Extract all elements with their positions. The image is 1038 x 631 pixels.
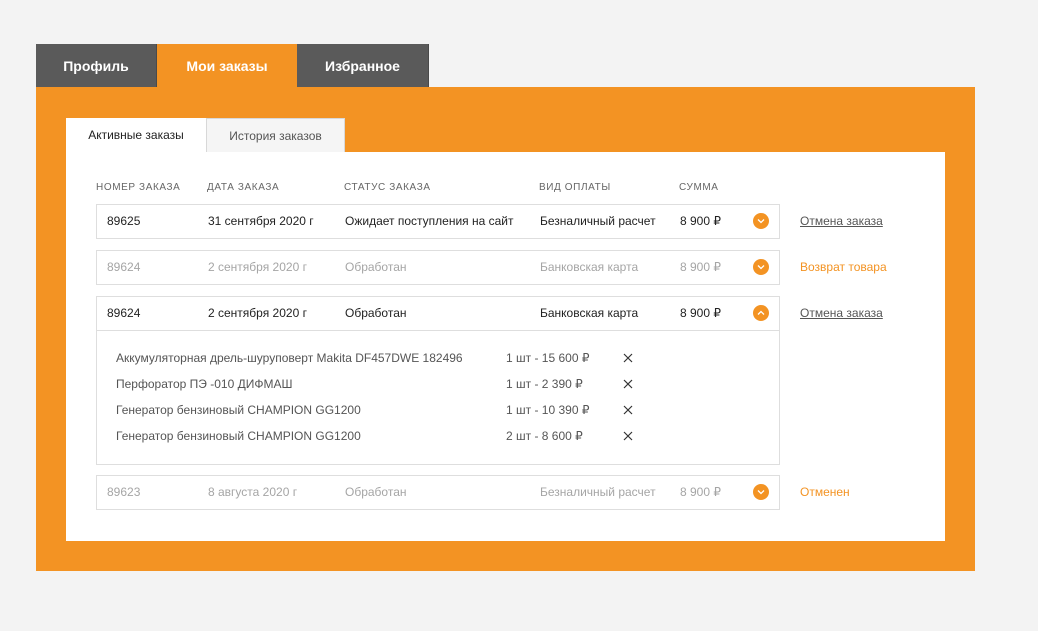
order-date: 31 сентября 2020 г [208,214,314,228]
order-number: 89623 [107,485,141,499]
close-icon[interactable] [622,378,634,390]
order-sum: 8 900 ₽ [680,306,721,320]
order-item: Генератор бензиновый CHAMPION GG1200 2 ш… [97,426,779,446]
close-icon[interactable] [622,404,634,416]
order-number: 89625 [107,214,141,228]
orders-subtabs: Активные заказы История заказов [66,118,345,152]
column-header-status: СТАТУС ЗАКАЗА [344,182,431,193]
item-name: Генератор бензиновый CHAMPION GG1200 [116,429,361,443]
order-payment: Банковская карта [540,260,639,274]
chevron-down-icon[interactable] [753,213,769,229]
close-icon[interactable] [622,352,634,364]
close-icon[interactable] [622,430,634,442]
column-header-number: НОМЕР ЗАКАЗА [96,182,181,193]
chevron-up-icon[interactable] [753,305,769,321]
item-name: Перфоратор ПЭ -010 ДИФМАШ [116,377,293,391]
order-sum: 8 900 ₽ [680,485,721,499]
order-item: Аккумуляторная дрель-шуруповерт Makita D… [97,348,779,368]
order-date: 2 сентября 2020 г [208,306,307,320]
order-number: 89624 [107,260,141,274]
order-date: 2 сентября 2020 г [208,260,307,274]
cancel-order-link[interactable]: Отмена заказа [800,306,883,320]
order-row[interactable]: 89624 2 сентября 2020 г Обработан Банков… [96,250,780,285]
column-header-sum: СУММА [679,182,719,193]
tab-profile[interactable]: Профиль [36,44,157,87]
item-quantity-price: 1 шт - 10 390 ₽ [506,403,590,417]
order-sum: 8 900 ₽ [680,260,721,274]
order-item: Генератор бензиновый CHAMPION GG1200 1 ш… [97,400,779,420]
order-sum: 8 900 ₽ [680,214,721,228]
order-payment: Банковская карта [540,306,639,320]
order-row[interactable]: 89625 31 сентября 2020 г Ожидает поступл… [96,204,780,239]
main-tabs: Профиль Мои заказы Избранное [36,44,429,87]
column-header-date: ДАТА ЗАКАЗА [207,182,280,193]
item-name: Генератор бензиновый CHAMPION GG1200 [116,403,361,417]
order-number: 89624 [107,306,141,320]
item-quantity-price: 2 шт - 8 600 ₽ [506,429,583,443]
order-items: Аккумуляторная дрель-шуруповерт Makita D… [96,331,780,465]
subtab-active-orders[interactable]: Активные заказы [66,118,206,152]
order-status: Обработан [345,260,407,274]
order-date: 8 августа 2020 г [208,485,298,499]
orders-panel: Активные заказы История заказов НОМЕР ЗА… [36,87,975,571]
chevron-down-icon[interactable] [753,484,769,500]
order-payment: Безналичный расчет [540,214,656,228]
order-row[interactable]: 89623 8 августа 2020 г Обработан Безнали… [96,475,780,510]
orders-table: НОМЕР ЗАКАЗА ДАТА ЗАКАЗА СТАТУС ЗАКАЗА В… [66,152,945,541]
order-cancelled-status: Отменен [800,485,850,499]
order-status: Ожидает поступления на сайт [345,214,514,228]
order-payment: Безналичный расчет [540,485,656,499]
order-status: Обработан [345,306,407,320]
order-status: Обработан [345,485,407,499]
order-row[interactable]: 89624 2 сентября 2020 г Обработан Банков… [96,296,780,331]
tab-my-orders[interactable]: Мои заказы [157,44,297,87]
cancel-order-link[interactable]: Отмена заказа [800,214,883,228]
item-quantity-price: 1 шт - 15 600 ₽ [506,351,590,365]
item-quantity-price: 1 шт - 2 390 ₽ [506,377,583,391]
return-goods-link[interactable]: Возврат товара [800,260,887,274]
item-name: Аккумуляторная дрель-шуруповерт Makita D… [116,351,463,365]
subtab-order-history[interactable]: История заказов [206,118,345,152]
chevron-down-icon[interactable] [753,259,769,275]
order-item: Перфоратор ПЭ -010 ДИФМАШ 1 шт - 2 390 ₽ [97,374,779,394]
column-header-payment: ВИД ОПЛАТЫ [539,182,611,193]
tab-favorites[interactable]: Избранное [297,44,429,87]
